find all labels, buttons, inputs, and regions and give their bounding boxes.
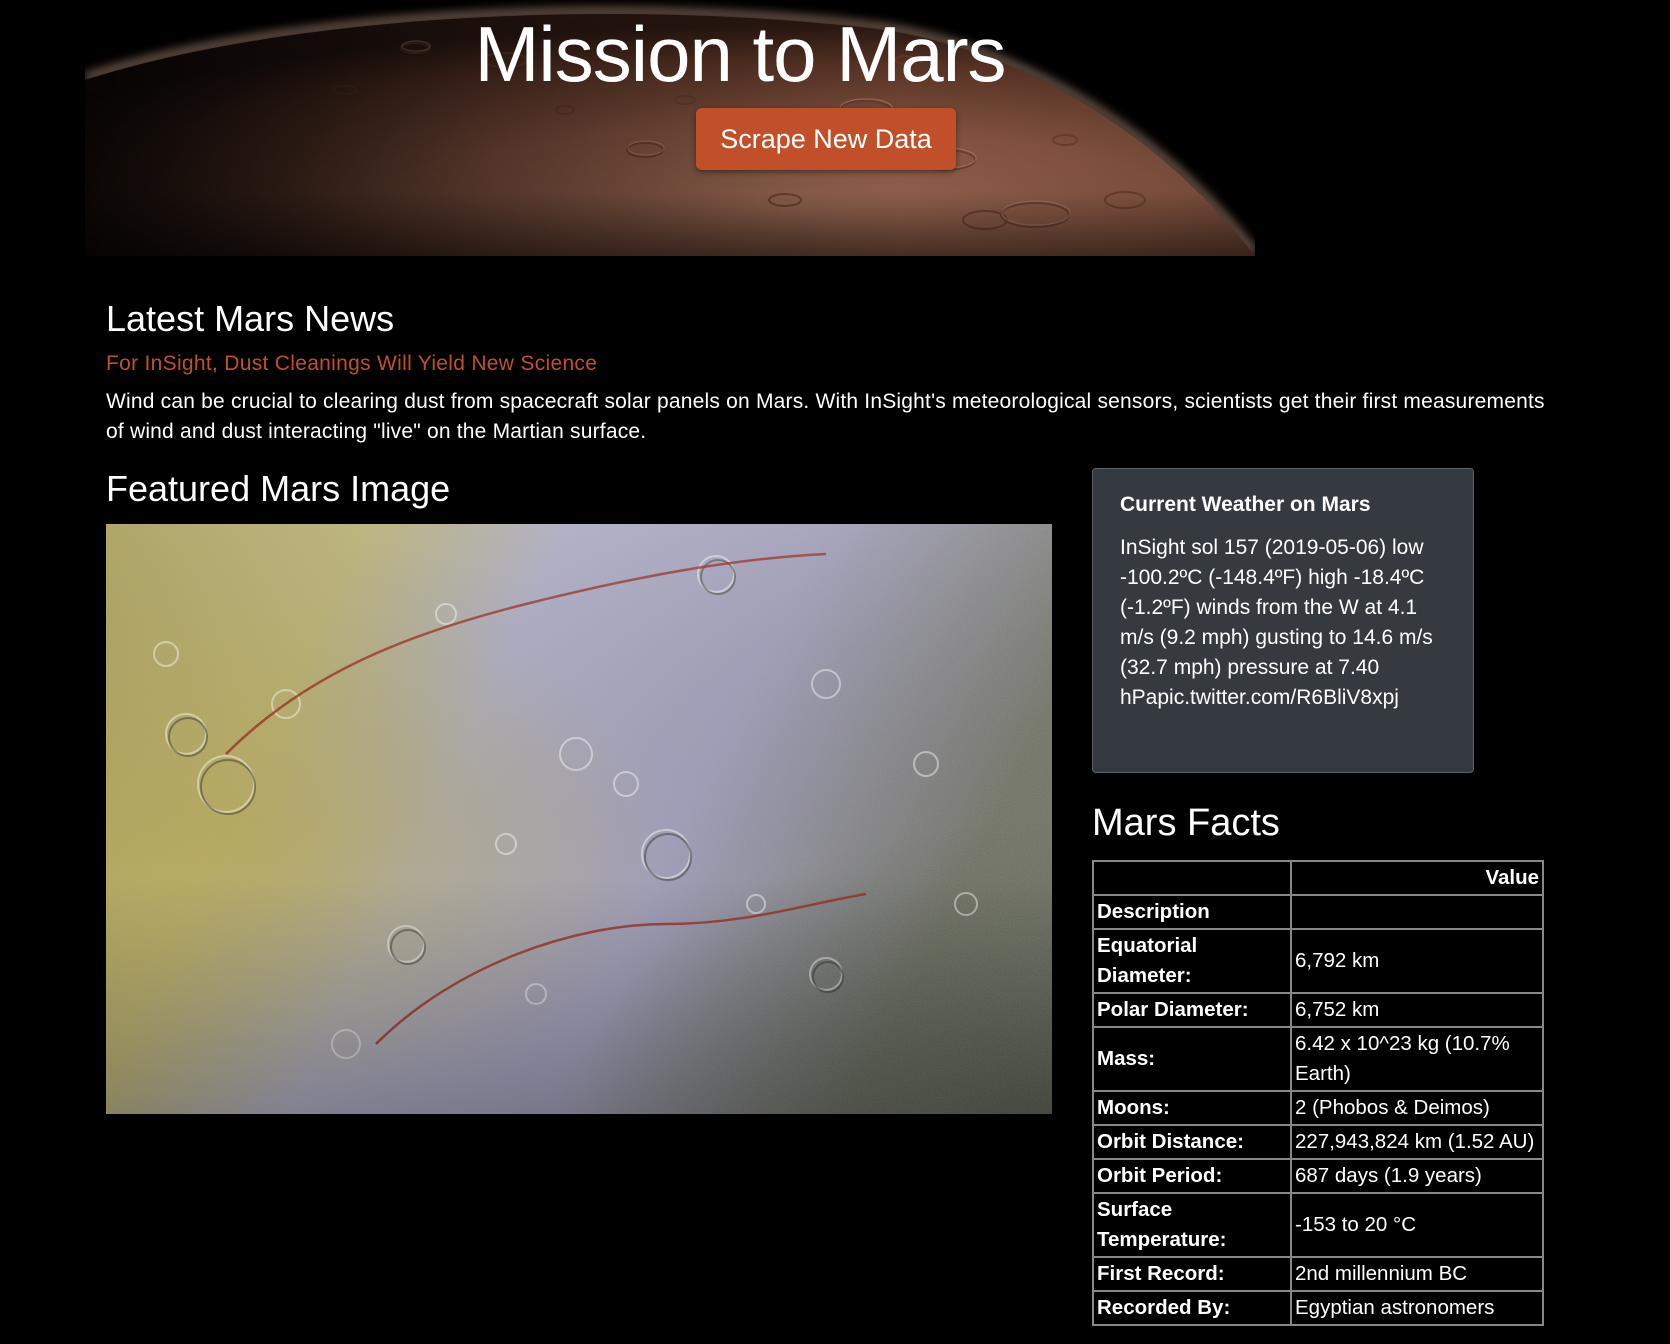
facts-index-empty [1290,894,1544,930]
fact-label: First Record: [1092,1256,1292,1292]
news-paragraph: Wind can be crucial to clearing dust fro… [106,390,1545,443]
fact-value: 6.42 x 10^23 kg (10.7% Earth) [1290,1026,1544,1092]
fact-value: 227,943,824 km (1.52 AU) [1290,1124,1544,1160]
weather-card: Current Weather on Mars InSight sol 157 … [1092,468,1474,773]
fact-label: Recorded By: [1092,1290,1292,1326]
fact-value: 6,792 km [1290,928,1544,994]
table-row: Equatorial Diameter: 6,792 km [1092,928,1544,994]
fact-value: 2 (Phobos & Deimos) [1290,1090,1544,1126]
fact-value: 2nd millennium BC [1290,1256,1544,1292]
mars-facts-table: Value Description Equatorial Diameter: 6… [1092,860,1544,1326]
table-row: Mass: 6.42 x 10^23 kg (10.7% Earth) [1092,1026,1544,1092]
news-title: For InSight, Dust Cleanings Will Yield N… [106,352,598,375]
page: Mission to Mars Scrape New Data Latest M… [0,0,1670,1344]
table-row: First Record: 2nd millennium BC [1092,1256,1544,1292]
facts-header-cell: Value [1290,860,1544,896]
facts-index-label: Description [1092,894,1292,930]
scrape-new-data-button[interactable]: Scrape New Data [696,108,956,170]
table-row: Orbit Distance: 227,943,824 km (1.52 AU) [1092,1124,1544,1160]
fact-label: Orbit Distance: [1092,1124,1292,1160]
table-row: Recorded By: Egyptian astronomers [1092,1290,1544,1326]
fact-label: Polar Diameter: [1092,992,1292,1028]
table-row: Polar Diameter: 6,752 km [1092,992,1544,1028]
weather-text: InSight sol 157 (2019-05-06) low -100.2º… [1120,536,1433,709]
latest-news-heading: Latest Mars News [106,298,395,339]
page-title: Mission to Mars [474,10,1006,98]
featured-image-heading: Featured Mars Image [106,468,451,509]
fact-value: 687 days (1.9 years) [1290,1158,1544,1194]
table-row: Orbit Period: 687 days (1.9 years) [1092,1158,1544,1194]
fact-value: -153 to 20 °C [1290,1192,1544,1258]
fact-label: Equatorial Diameter: [1092,928,1292,994]
mars-facts-heading: Mars Facts [1092,802,1280,844]
facts-header-cell [1092,860,1292,896]
fact-value: 6,752 km [1290,992,1544,1028]
fact-label: Moons: [1092,1090,1292,1126]
fact-label: Surface Temperature: [1092,1192,1292,1258]
table-row: Moons: 2 (Phobos & Deimos) [1092,1090,1544,1126]
facts-index-row: Description [1092,894,1544,930]
table-row: Surface Temperature: -153 to 20 °C [1092,1192,1544,1258]
fact-value: Egyptian astronomers [1290,1290,1544,1326]
featured-mars-image [106,524,1052,1114]
weather-title: Current Weather on Mars [1120,493,1371,516]
fact-label: Orbit Period: [1092,1158,1292,1194]
fact-label: Mass: [1092,1026,1292,1092]
facts-header-row: Value [1092,860,1544,896]
